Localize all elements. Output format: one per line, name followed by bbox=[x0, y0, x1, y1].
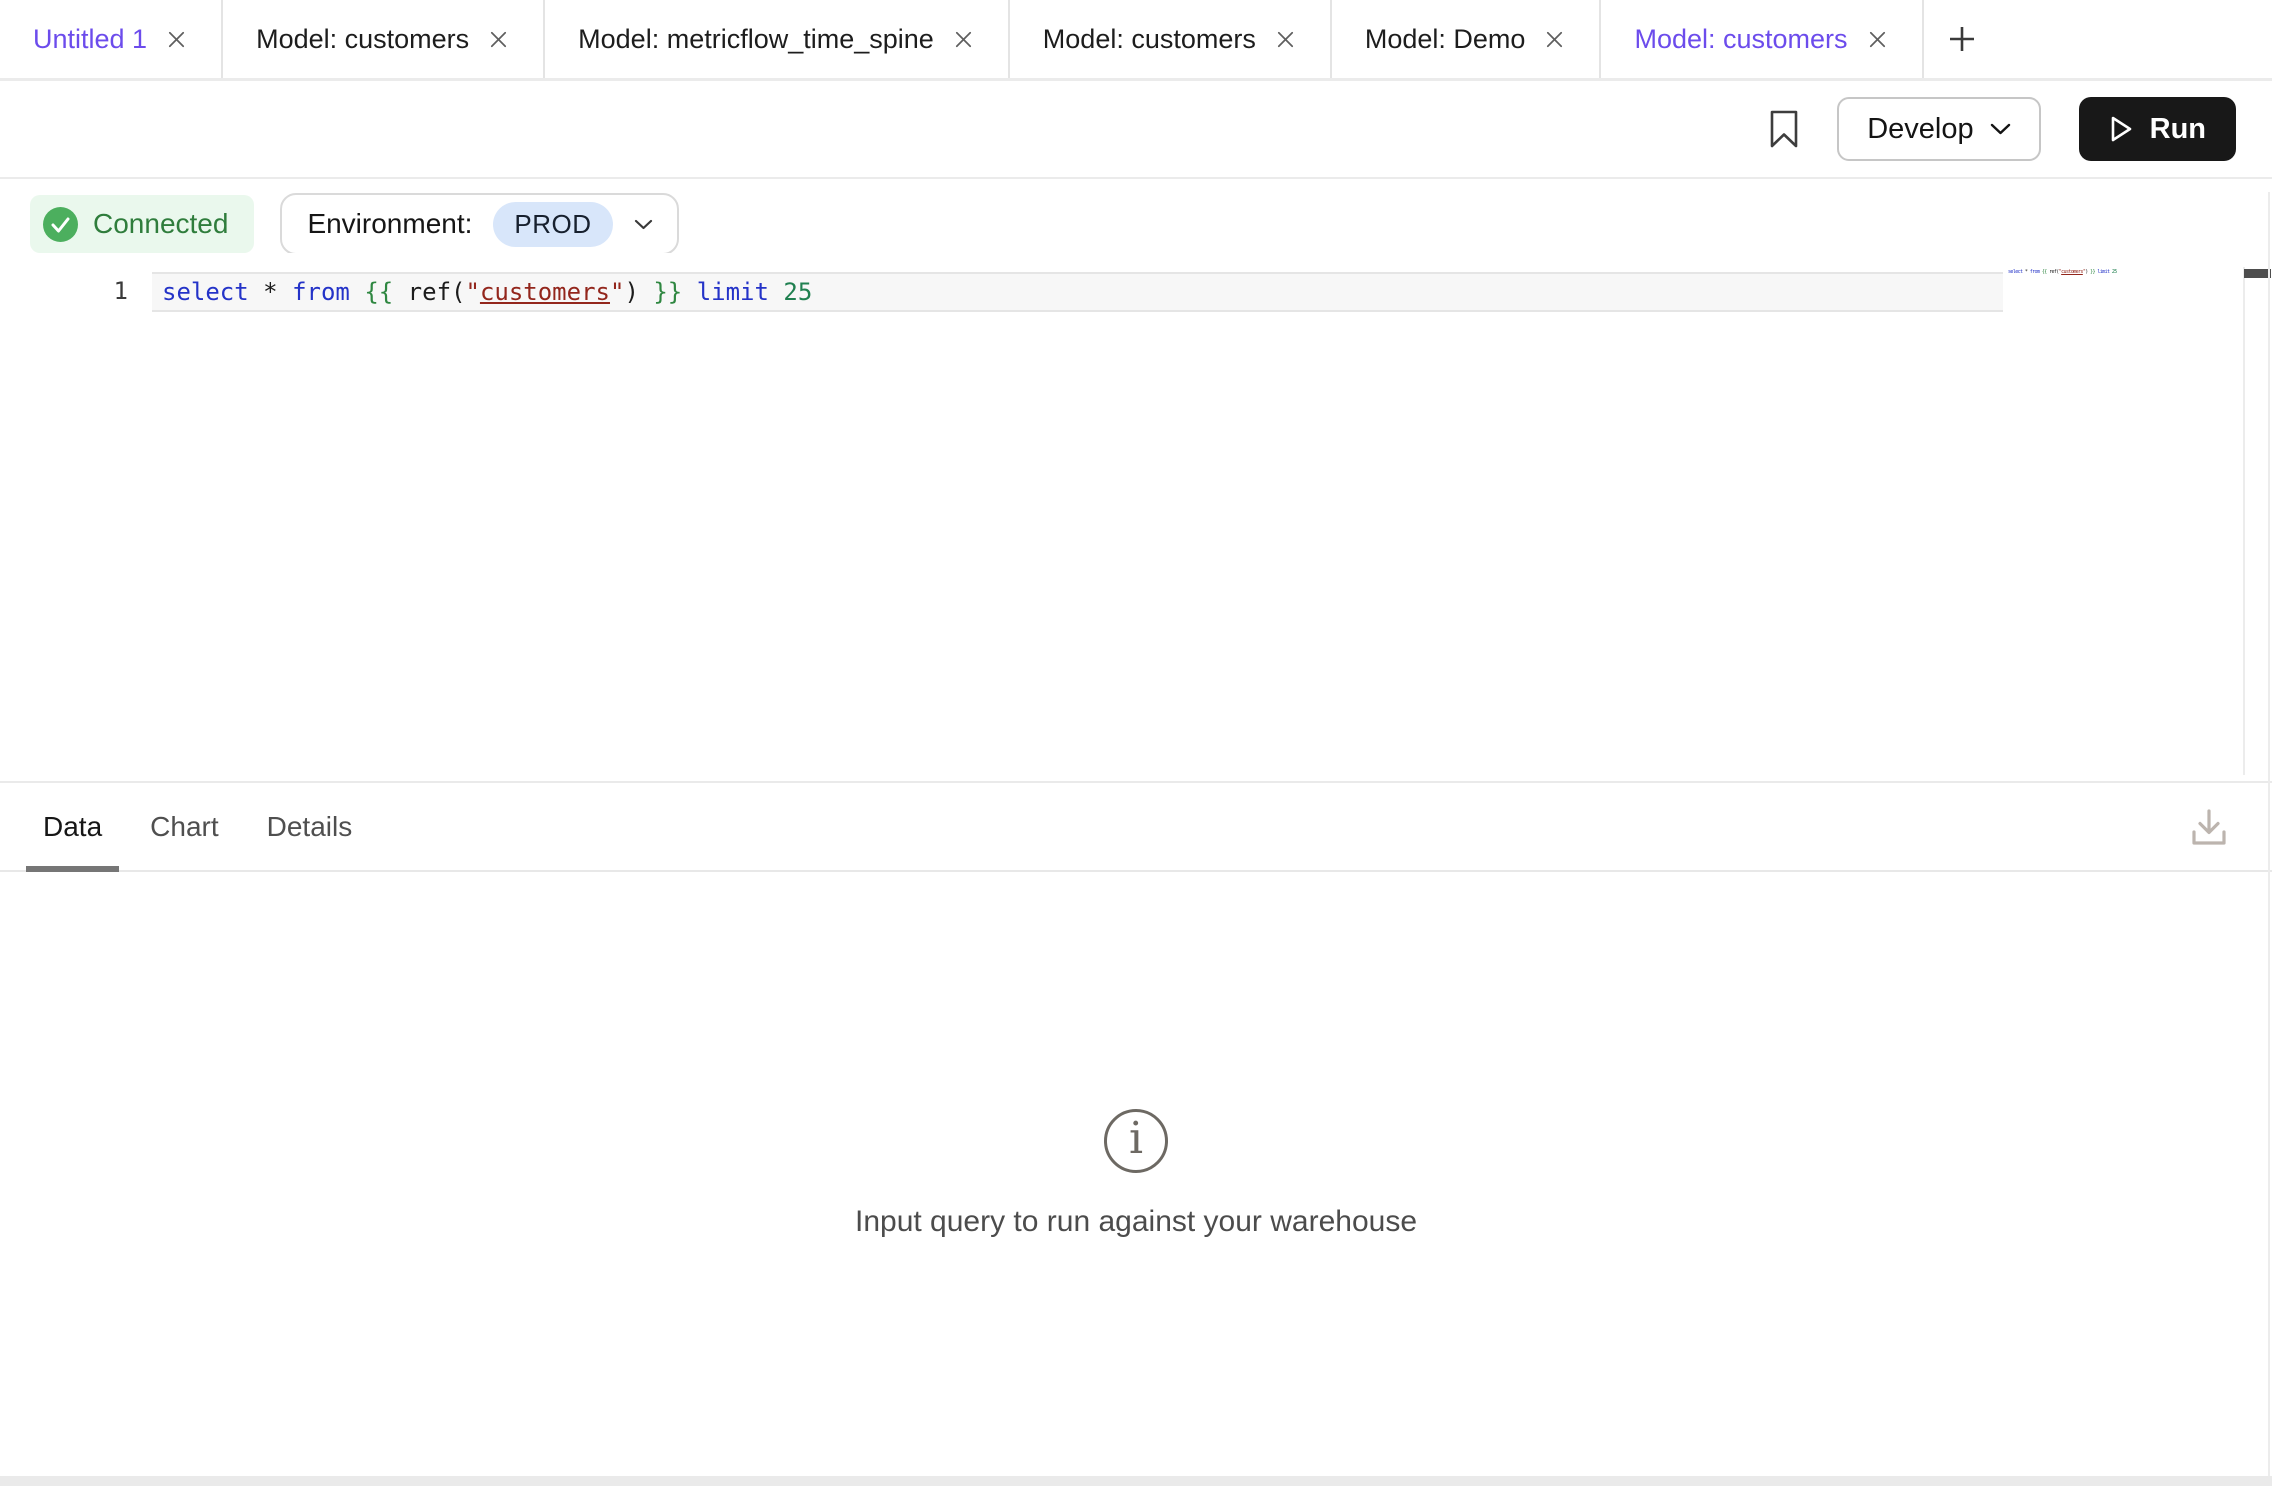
editor-tab[interactable]: Untitled 1 bbox=[0, 0, 223, 78]
connection-status-badge: Connected bbox=[30, 195, 254, 253]
editor-scrollbar-thumb[interactable] bbox=[2244, 269, 2271, 278]
bookmark-icon[interactable] bbox=[1769, 109, 1799, 149]
results-panel: Data Chart Details i Input query to run ag… bbox=[0, 781, 2272, 1486]
tab-label: Model: metricflow_time_spine bbox=[578, 24, 934, 55]
editor-tab[interactable]: Model: metricflow_time_spine bbox=[545, 0, 1010, 78]
line-number: 1 bbox=[0, 272, 128, 310]
empty-state-message: Input query to run against your warehous… bbox=[855, 1205, 1417, 1239]
info-icon: i bbox=[1104, 1109, 1168, 1173]
tab-label: Model: customers bbox=[1634, 24, 1847, 55]
editor-tab[interactable]: Model: customers bbox=[223, 0, 545, 78]
download-icon bbox=[2186, 804, 2232, 850]
horizontal-scrollbar-track bbox=[0, 1476, 2272, 1486]
add-tab-button[interactable] bbox=[1924, 0, 2000, 78]
dbt-ide-window: Untitled 1 Model: customers Model: metricf… bbox=[0, 0, 2272, 1486]
current-line-highlight[interactable]: select * from {{ ref("customers") }} lim… bbox=[152, 272, 2003, 312]
results-tab-chart[interactable]: Chart bbox=[133, 783, 235, 870]
editor-minimap[interactable]: select * from {{ ref("customers") }} lim… bbox=[2008, 269, 2123, 275]
empty-state: i Input query to run against your wareho… bbox=[0, 874, 2272, 1474]
develop-label: Develop bbox=[1867, 113, 1973, 146]
chevron-down-icon bbox=[634, 219, 653, 230]
editor-tab-bar: Untitled 1 Model: customers Model: metricf… bbox=[0, 0, 2272, 81]
results-tab-details[interactable]: Details bbox=[250, 783, 370, 870]
close-icon[interactable] bbox=[1866, 28, 1889, 51]
tab-label: Model: customers bbox=[1043, 24, 1256, 55]
download-results-button[interactable] bbox=[2186, 804, 2232, 853]
check-circle-icon bbox=[43, 207, 78, 242]
results-tab-bar: Data Chart Details bbox=[0, 783, 2272, 872]
results-tab-label: Details bbox=[267, 811, 353, 843]
connection-status-label: Connected bbox=[93, 208, 228, 240]
tab-label: Model: Demo bbox=[1365, 24, 1526, 55]
environment-value-chip: PROD bbox=[493, 202, 612, 247]
status-row: Connected Environment: PROD bbox=[30, 195, 2272, 253]
plus-icon bbox=[1946, 23, 1978, 55]
sql-editor[interactable]: 1 select * from {{ ref("customers") }} l… bbox=[0, 253, 2272, 775]
code-line[interactable]: select * from {{ ref("customers") }} lim… bbox=[162, 278, 812, 306]
close-icon[interactable] bbox=[165, 28, 188, 51]
run-button[interactable]: Run bbox=[2079, 97, 2236, 161]
toolbar: Develop Run bbox=[0, 81, 2272, 179]
play-icon bbox=[2109, 115, 2133, 143]
editor-scrollbar-track bbox=[2243, 267, 2271, 775]
environment-selector[interactable]: Environment: PROD bbox=[280, 193, 678, 255]
editor-tab[interactable]: Model: customers bbox=[1601, 0, 1923, 78]
chevron-down-icon bbox=[1990, 123, 2011, 135]
results-tab-label: Chart bbox=[150, 811, 218, 843]
tab-label: Untitled 1 bbox=[33, 24, 147, 55]
window-scrollbar-track bbox=[2268, 192, 2270, 1476]
editor-tab[interactable]: Model: Demo bbox=[1332, 0, 1602, 78]
close-icon[interactable] bbox=[952, 28, 975, 51]
editor-tab[interactable]: Model: customers bbox=[1010, 0, 1332, 78]
tab-label: Model: customers bbox=[256, 24, 469, 55]
close-icon[interactable] bbox=[487, 28, 510, 51]
close-icon[interactable] bbox=[1543, 28, 1566, 51]
results-tab-label: Data bbox=[43, 811, 102, 843]
run-label: Run bbox=[2150, 113, 2206, 146]
close-icon[interactable] bbox=[1274, 28, 1297, 51]
develop-dropdown-button[interactable]: Develop bbox=[1837, 97, 2040, 161]
results-tab-data[interactable]: Data bbox=[26, 783, 119, 870]
environment-label: Environment: bbox=[307, 208, 472, 240]
